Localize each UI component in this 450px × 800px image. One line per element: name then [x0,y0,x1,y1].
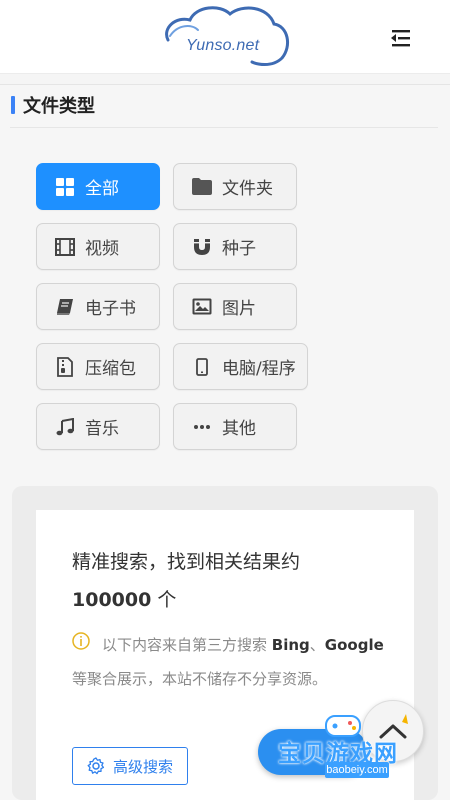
filter-label: 音乐 [85,419,119,439]
book-icon [55,297,75,317]
notice-google: Google [324,636,384,654]
image-icon [192,297,212,317]
archive-icon [55,356,75,377]
filter-label: 文件夹 [222,179,273,199]
magnet-icon [192,237,212,257]
watermark-url: baobeiy.com [325,762,389,778]
logo-text[interactable]: Yunso.net [186,37,259,55]
notice-bing: Bing [271,636,310,654]
menu-fold-icon[interactable] [386,26,414,50]
music-icon [55,417,75,437]
result-summary-text: 精准搜索，找到相关结果约 [72,551,301,573]
mobile-icon [192,357,212,377]
filter-video-button[interactable]: 视频 [36,223,160,270]
notice-text: 以下内容来自第三方搜索 [102,636,272,654]
folder-icon [192,177,212,197]
advanced-search-label: 高级搜索 [113,757,174,776]
film-icon [55,237,75,257]
filter-image-button[interactable]: 图片 [173,283,297,330]
filter-label: 其他 [222,419,256,439]
filter-software-button[interactable]: 电脑/程序 [173,343,308,390]
title-accent-bar [11,96,15,114]
advanced-search-button[interactable]: 高级搜索 [72,747,188,785]
filter-label: 视频 [85,239,119,259]
section-header: 文件类型 [10,84,438,128]
filter-label: 电脑/程序 [222,359,296,379]
result-unit: 个 [151,589,177,611]
cloud-logo-icon[interactable] [160,2,292,68]
filter-ebook-button[interactable]: 电子书 [36,283,160,330]
filter-folder-button[interactable]: 文件夹 [173,163,297,210]
result-summary: 精准搜索，找到相关结果约 100000 个 [72,543,402,619]
header: Yunso.net [0,0,450,74]
filter-label: 压缩包 [85,359,136,379]
notice-separator: 、 [309,636,325,654]
grid-icon [55,177,75,197]
filter-torrent-button[interactable]: 种子 [173,223,297,270]
filter-label: 图片 [222,299,256,319]
result-count: 100000 [72,589,152,611]
filter-archive-button[interactable]: 压缩包 [36,343,160,390]
notice-text: 等聚合展示，本站不储存不分享资源。 [72,670,328,688]
filter-music-button[interactable]: 音乐 [36,403,160,450]
gear-icon [87,757,105,775]
section-title: 文件类型 [23,96,95,117]
source-notice: 以下内容来自第三方搜索 Bing、Google 等聚合展示，本站不储存不分享资源。 [72,628,392,696]
filter-other-button[interactable]: 其他 [173,403,297,450]
filter-label: 全部 [85,179,119,199]
ellipsis-icon [192,417,212,437]
filter-label: 种子 [222,239,256,259]
filter-all-button[interactable]: 全部 [36,163,160,210]
filter-label: 电子书 [85,299,136,319]
